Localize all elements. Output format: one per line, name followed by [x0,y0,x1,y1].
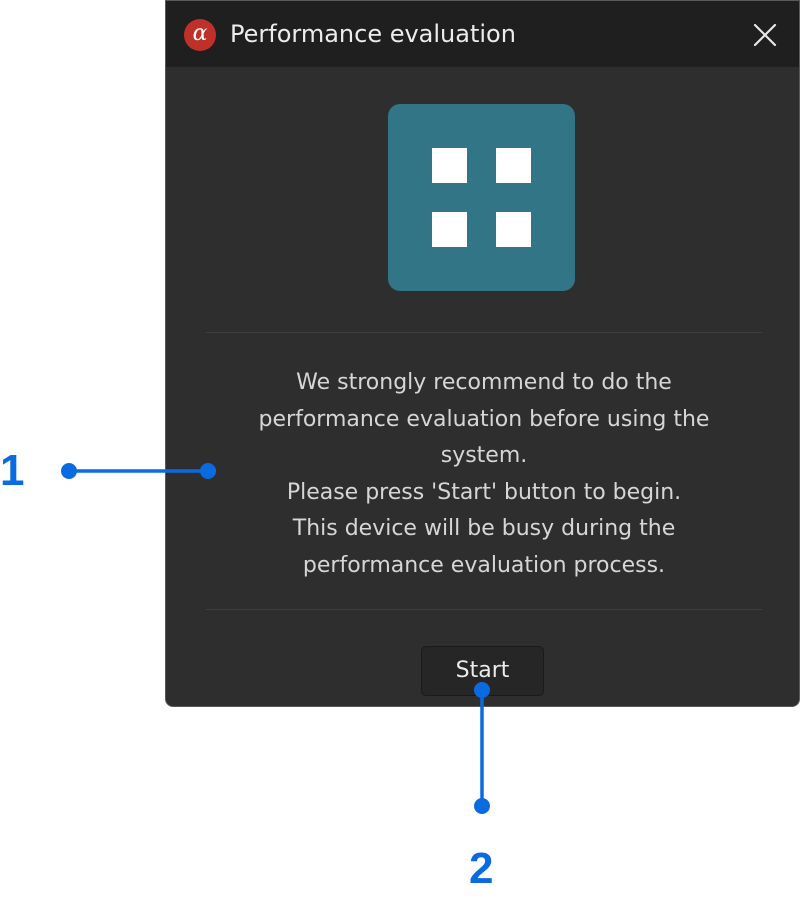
callout-lines [61,463,490,814]
callout-1-line [61,463,216,479]
screenshot-stage: α Performance evaluation We strongly rec… [0,0,800,907]
callout-number-2: 2 [469,844,494,893]
callout-2-line [474,682,490,814]
callout-number-1: 1 [0,446,25,495]
